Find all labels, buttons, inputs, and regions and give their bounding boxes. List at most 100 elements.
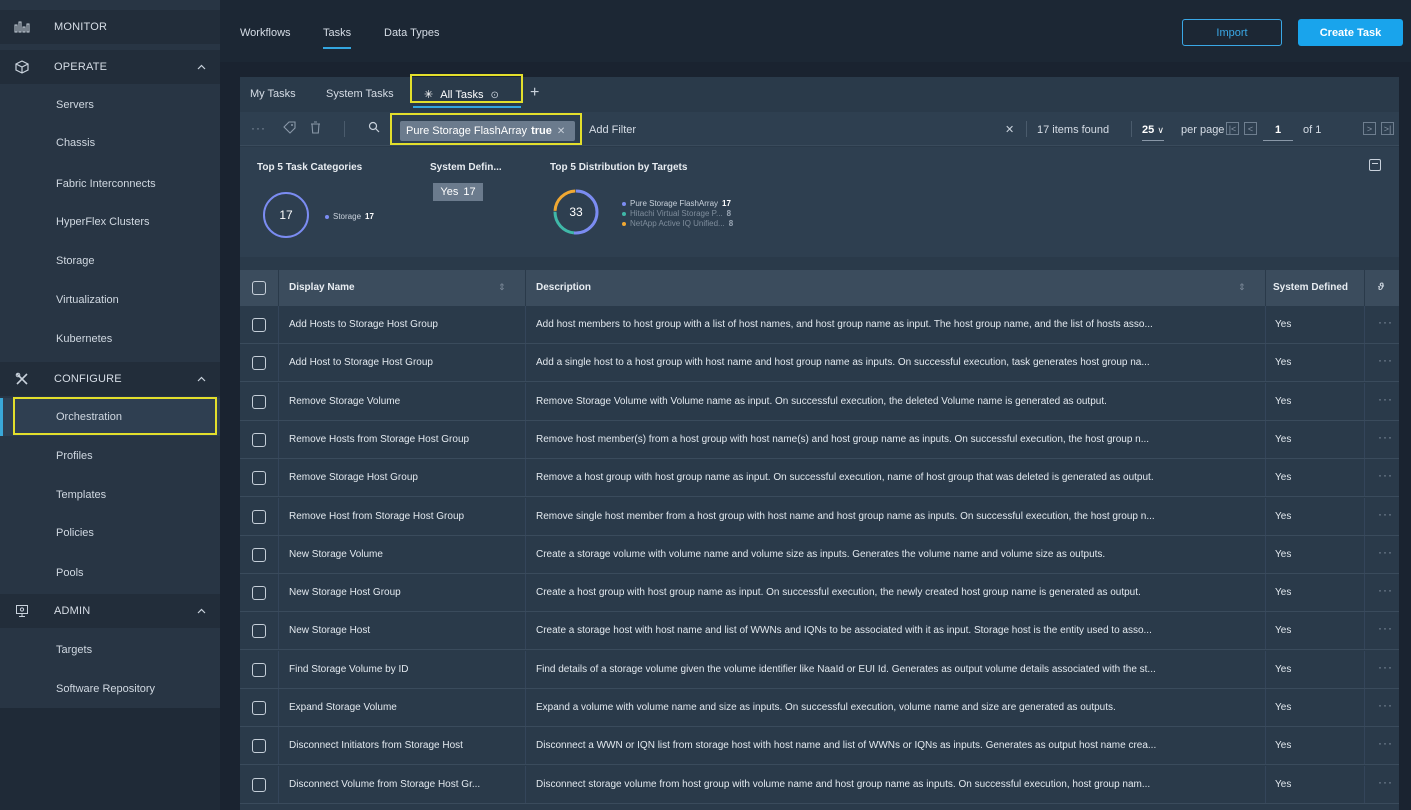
add-filter-input[interactable]: Add Filter bbox=[589, 124, 636, 136]
task-display-name[interactable]: Disconnect Initiators from Storage Host bbox=[289, 740, 463, 751]
table-row[interactable]: Disconnect Initiators from Storage Host D… bbox=[240, 727, 1399, 766]
nav-section-monitor[interactable]: MONITOR bbox=[0, 10, 220, 44]
create-task-button[interactable]: Create Task bbox=[1298, 19, 1403, 46]
sidebar-item-pools[interactable]: Pools bbox=[0, 554, 220, 592]
task-display-name[interactable]: Add Hosts to Storage Host Group bbox=[289, 319, 438, 330]
row-actions-icon[interactable]: ··· bbox=[1378, 545, 1393, 559]
table-row[interactable]: Add Host to Storage Host Group Add a sing… bbox=[240, 344, 1399, 383]
filter-chip[interactable]: Pure Storage FlashArray true ✕ bbox=[400, 121, 575, 141]
first-page-icon[interactable]: |< bbox=[1226, 122, 1239, 135]
row-actions-icon[interactable]: ··· bbox=[1378, 583, 1393, 597]
row-checkbox[interactable] bbox=[252, 624, 266, 639]
import-button[interactable]: Import bbox=[1182, 19, 1282, 46]
sidebar-item-targets[interactable]: Targets bbox=[0, 631, 220, 669]
column-settings-icon[interactable]: ϑ bbox=[1378, 282, 1384, 293]
task-display-name[interactable]: Find Storage Volume by ID bbox=[289, 664, 409, 675]
row-actions-icon[interactable]: ··· bbox=[1378, 775, 1393, 789]
row-actions-icon[interactable]: ··· bbox=[1378, 507, 1393, 521]
row-actions-icon[interactable]: ··· bbox=[1378, 621, 1393, 635]
task-display-name[interactable]: Remove Hosts from Storage Host Group bbox=[289, 434, 469, 445]
categories-donut[interactable]: 17 bbox=[261, 190, 311, 240]
row-checkbox[interactable] bbox=[252, 471, 266, 486]
table-row[interactable]: Remove Storage Volume Remove Storage Volu… bbox=[240, 382, 1399, 421]
table-row[interactable]: Remove Storage Host Group Remove a host g… bbox=[240, 459, 1399, 498]
sidebar-item-chassis[interactable]: Chassis bbox=[0, 124, 220, 162]
previous-page-icon[interactable]: < bbox=[1244, 122, 1257, 135]
row-actions-icon[interactable]: ··· bbox=[1378, 660, 1393, 674]
settings-icon[interactable]: ⊙ bbox=[491, 90, 499, 101]
more-actions-icon[interactable]: ··· bbox=[251, 121, 266, 135]
system-defined-badge[interactable]: Yes 17 bbox=[433, 183, 483, 201]
legend-item[interactable]: NetApp Active IQ Unified... 8 bbox=[622, 219, 733, 228]
task-display-name[interactable]: Add Host to Storage Host Group bbox=[289, 357, 433, 368]
sidebar-item-fabric-interconnects[interactable]: Fabric Interconnects bbox=[0, 165, 220, 203]
sort-icon[interactable]: ⇕ bbox=[498, 282, 506, 293]
row-actions-icon[interactable]: ··· bbox=[1378, 468, 1393, 482]
nav-section-operate[interactable]: OPERATE bbox=[0, 50, 220, 84]
row-checkbox[interactable] bbox=[252, 777, 266, 792]
row-actions-icon[interactable]: ··· bbox=[1378, 353, 1393, 367]
sidebar-item-hyperflex-clusters[interactable]: HyperFlex Clusters bbox=[0, 203, 220, 241]
table-row[interactable]: Find Storage Volume by ID Find details of… bbox=[240, 650, 1399, 689]
search-icon[interactable] bbox=[368, 121, 380, 136]
sort-icon[interactable]: ⇕ bbox=[1238, 282, 1246, 293]
sidebar-item-software-repository[interactable]: Software Repository bbox=[0, 670, 220, 708]
row-checkbox[interactable] bbox=[252, 739, 266, 754]
task-display-name[interactable]: Disconnect Volume from Storage Host Gr..… bbox=[289, 779, 480, 790]
task-display-name[interactable]: Expand Storage Volume bbox=[289, 702, 397, 713]
tab-workflows[interactable]: Workflows bbox=[240, 27, 291, 39]
sidebar-item-orchestration[interactable]: Orchestration bbox=[0, 398, 220, 436]
page-number-input[interactable]: 1 bbox=[1263, 124, 1293, 141]
sidebar-item-storage[interactable]: Storage bbox=[0, 242, 220, 280]
tab-all-tasks[interactable]: ✳ All Tasks ⊙ bbox=[424, 88, 499, 101]
row-actions-icon[interactable]: ··· bbox=[1378, 392, 1393, 406]
sidebar-item-kubernetes[interactable]: Kubernetes bbox=[0, 320, 220, 358]
per-page-select[interactable]: 25 ∨ bbox=[1142, 124, 1164, 141]
clear-filter-icon[interactable]: ✕ bbox=[1005, 123, 1014, 136]
sidebar-item-policies[interactable]: Policies bbox=[0, 514, 220, 552]
tag-icon[interactable] bbox=[283, 121, 296, 137]
sidebar-item-virtualization[interactable]: Virtualization bbox=[0, 281, 220, 319]
row-checkbox[interactable] bbox=[252, 509, 266, 524]
row-actions-icon[interactable]: ··· bbox=[1378, 736, 1393, 750]
table-row[interactable]: New Storage Volume Create a storage volum… bbox=[240, 535, 1399, 574]
row-checkbox[interactable] bbox=[252, 662, 266, 677]
row-checkbox[interactable] bbox=[252, 356, 266, 371]
column-header-system-defined[interactable]: System Defined bbox=[1273, 282, 1348, 293]
add-tab-icon[interactable]: + bbox=[530, 84, 539, 102]
column-header-description[interactable]: Description bbox=[536, 282, 591, 293]
table-row[interactable]: Remove Host from Storage Host Group Remov… bbox=[240, 497, 1399, 536]
nav-section-configure[interactable]: CONFIGURE bbox=[0, 362, 220, 396]
row-checkbox[interactable] bbox=[252, 701, 266, 715]
task-display-name[interactable]: New Storage Volume bbox=[289, 549, 383, 560]
sidebar-item-servers[interactable]: Servers bbox=[0, 86, 220, 124]
legend-item[interactable]: Storage 17 bbox=[325, 212, 374, 221]
legend-item[interactable]: Hitachi Virtual Storage P... 8 bbox=[622, 209, 731, 218]
tab-system-tasks[interactable]: System Tasks bbox=[326, 88, 394, 100]
tab-data-types[interactable]: Data Types bbox=[384, 27, 439, 39]
row-checkbox[interactable] bbox=[252, 394, 266, 409]
table-row[interactable]: New Storage Host Create a storage host wi… bbox=[240, 612, 1399, 651]
row-checkbox[interactable] bbox=[252, 432, 266, 447]
row-checkbox[interactable] bbox=[252, 586, 266, 601]
tab-tasks[interactable]: Tasks bbox=[323, 27, 352, 49]
legend-item[interactable]: Pure Storage FlashArray 17 bbox=[622, 199, 731, 208]
row-checkbox[interactable] bbox=[252, 318, 266, 332]
column-header-display-name[interactable]: Display Name bbox=[289, 282, 355, 293]
table-row[interactable]: New Storage Host Group Create a host grou… bbox=[240, 574, 1399, 613]
last-page-icon[interactable]: >| bbox=[1381, 122, 1394, 135]
row-actions-icon[interactable]: ··· bbox=[1378, 315, 1393, 329]
close-icon[interactable]: ✕ bbox=[557, 126, 565, 137]
task-display-name[interactable]: New Storage Host bbox=[289, 625, 370, 636]
table-row[interactable]: Expand Storage Volume Expand a volume wit… bbox=[240, 689, 1399, 727]
table-row[interactable]: Add Hosts to Storage Host Group Add host … bbox=[240, 306, 1399, 344]
task-display-name[interactable]: Remove Storage Host Group bbox=[289, 472, 418, 483]
nav-section-admin[interactable]: ADMIN bbox=[0, 594, 220, 628]
collapse-icon[interactable] bbox=[1369, 159, 1381, 171]
task-display-name[interactable]: Remove Host from Storage Host Group bbox=[289, 511, 464, 522]
targets-donut[interactable]: 33 bbox=[551, 187, 601, 237]
tab-my-tasks[interactable]: My Tasks bbox=[250, 88, 296, 100]
task-display-name[interactable]: Remove Storage Volume bbox=[289, 396, 400, 407]
row-actions-icon[interactable]: ··· bbox=[1378, 430, 1393, 444]
select-all-checkbox[interactable] bbox=[252, 281, 266, 295]
